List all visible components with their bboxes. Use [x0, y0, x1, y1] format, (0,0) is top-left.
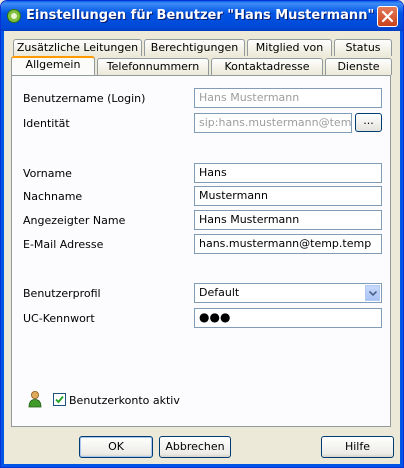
email-field[interactable]: hans.mustermann@temp.temp [194, 234, 382, 254]
lastname-label: Nachname [23, 190, 83, 203]
tab-allgemein[interactable]: Allgemein [11, 56, 95, 75]
cancel-button[interactable]: Abbrechen [159, 436, 231, 458]
chevron-down-icon [369, 291, 377, 296]
tab-berechtigungen[interactable]: Berechtigungen [144, 39, 245, 56]
close-button[interactable] [377, 6, 398, 27]
close-icon [381, 10, 394, 23]
identity-label: Identität [23, 117, 70, 130]
ok-button[interactable]: OK [79, 436, 153, 458]
tab-kontaktadresse[interactable]: Kontaktadresse [211, 58, 323, 75]
email-label: E-Mail Adresse [23, 238, 104, 251]
app-icon [7, 9, 21, 23]
firstname-field[interactable]: Hans [194, 163, 382, 183]
tab-telefonnummern[interactable]: Telefonnummern [97, 58, 209, 75]
password-label: UC-Kennwort [23, 312, 95, 325]
profile-select[interactable]: Default [194, 283, 382, 303]
profile-value: Default [199, 286, 240, 299]
window-title: Einstellungen für Benutzer "Hans Musterm… [26, 8, 375, 23]
identity-field[interactable]: sip:hans.mustermann@temp.te [194, 113, 352, 133]
tab-mitglied-von[interactable]: Mitglied von [247, 39, 332, 56]
login-label: Benutzername (Login) [23, 92, 146, 105]
displayname-label: Angezeigter Name [23, 214, 126, 227]
settings-dialog: Einstellungen für Benutzer "Hans Musterm… [0, 0, 404, 468]
title-bar[interactable]: Einstellungen für Benutzer "Hans Musterm… [1, 1, 403, 31]
user-icon [28, 391, 42, 408]
lastname-field[interactable]: Mustermann [194, 186, 382, 206]
tab-status[interactable]: Status [334, 39, 392, 56]
checkmark-icon [55, 395, 64, 404]
displayname-field[interactable]: Hans Mustermann [194, 210, 382, 230]
profile-label: Benutzerprofil [23, 287, 101, 300]
help-button[interactable]: Hilfe [321, 436, 394, 458]
tab-dienste[interactable]: Dienste [325, 58, 392, 75]
active-label: Benutzerkonto aktiv [69, 394, 180, 407]
firstname-label: Vorname [23, 167, 72, 180]
login-field[interactable]: Hans Mustermann [194, 88, 382, 108]
password-field[interactable]: ●●● [194, 308, 382, 328]
tab-zusaetzliche-leitungen[interactable]: Zusätzliche Leitungen [13, 39, 142, 56]
identity-browse-button[interactable]: ... [355, 113, 382, 132]
dropdown-arrow[interactable] [365, 285, 380, 301]
active-checkbox[interactable] [53, 393, 66, 406]
